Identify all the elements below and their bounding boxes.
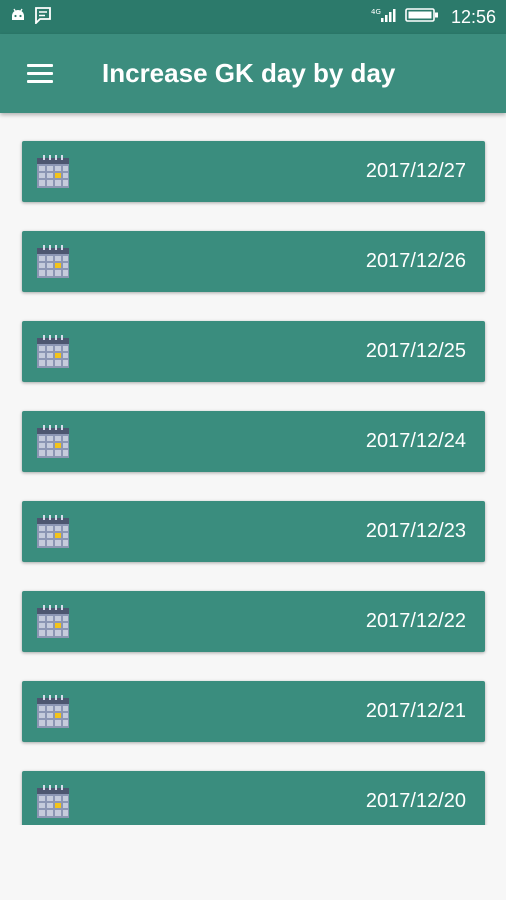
date-list-item[interactable]: 2017/12/21 (22, 681, 485, 742)
calendar-icon (36, 604, 70, 639)
date-list-item[interactable]: 2017/12/24 (22, 411, 485, 472)
date-label: 2017/12/23 (365, 520, 466, 542)
menu-button[interactable] (0, 34, 80, 113)
calendar-icon (36, 334, 70, 369)
date-label: 2017/12/20 (365, 790, 466, 812)
svg-text:4G: 4G (371, 8, 381, 16)
page-title: Increase GK day by day (102, 58, 396, 88)
battery-icon (405, 7, 439, 28)
calendar-icon (36, 424, 70, 459)
date-list-item[interactable]: 2017/12/22 (22, 591, 485, 652)
date-label: 2017/12/26 (365, 250, 466, 272)
date-list[interactable]: 2017/12/27 2017/12/26 2017/12/25 2017/12/24… (0, 113, 506, 825)
calendar-icon (36, 694, 70, 729)
calendar-icon (36, 154, 70, 189)
status-right-icons: 4G 12:56 (371, 7, 496, 28)
date-label: 2017/12/27 (365, 160, 466, 182)
date-list-item[interactable]: 2017/12/20 (22, 771, 485, 825)
date-list-item[interactable]: 2017/12/23 (22, 501, 485, 562)
signal-icon: 4G (371, 7, 397, 28)
calendar-icon (36, 514, 70, 549)
date-list-item[interactable]: 2017/12/25 (22, 321, 485, 382)
android-debug-icon (10, 7, 26, 28)
date-label: 2017/12/25 (365, 340, 466, 362)
date-label: 2017/12/21 (365, 700, 466, 722)
date-label: 2017/12/22 (365, 610, 466, 632)
calendar-icon (36, 244, 70, 279)
date-list-item[interactable]: 2017/12/27 (22, 141, 485, 202)
status-left-icons (10, 6, 52, 29)
app-bar: Increase GK day by day (0, 34, 506, 113)
status-bar: 4G 12:56 (0, 0, 506, 34)
date-list-item[interactable]: 2017/12/26 (22, 231, 485, 292)
calendar-icon (36, 784, 70, 819)
date-label: 2017/12/24 (365, 430, 466, 452)
message-icon (34, 6, 52, 29)
status-time: 12:56 (450, 6, 496, 27)
hamburger-menu-icon (27, 63, 53, 84)
